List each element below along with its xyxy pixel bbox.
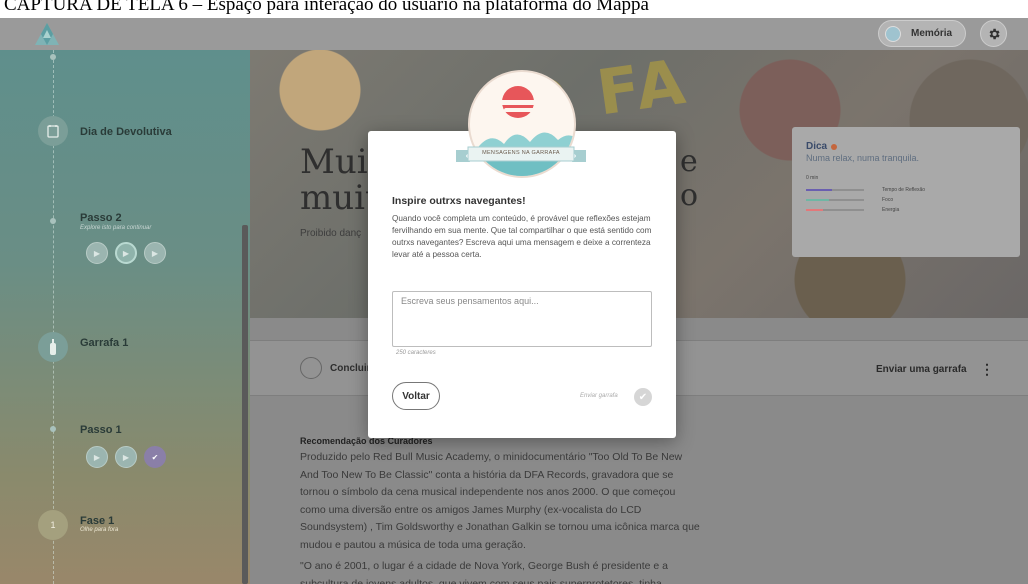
settings-button[interactable] (980, 20, 1007, 47)
content-subtitle: Proibido danç (300, 228, 362, 239)
play-icon: ▶ (122, 452, 130, 462)
caption-text: CAPTURA DE TELA 6 – Espaço para interaçã… (4, 0, 649, 15)
article-paragraph: "O ano é 2001, o lugar é a cidade de Nov… (300, 560, 668, 584)
sidebar-item-label: Passo 1 (80, 424, 122, 436)
figure-caption: CAPTURA DE TELA 6 – Espaço para interaçã… (0, 0, 1028, 18)
metric-bar-fill (806, 199, 830, 201)
tip-text: Numa relax, numa tranquila. (806, 153, 920, 163)
check-icon: ✔ (638, 391, 648, 403)
conclude-check-icon (300, 357, 322, 379)
sidebar-scrollbar[interactable] (242, 225, 248, 584)
metric-bar (806, 209, 864, 211)
info-dot-icon (831, 143, 838, 150)
phase-number: 1 (50, 520, 56, 530)
check-icon: ✔ (151, 452, 159, 462)
timeline-dot (50, 426, 56, 432)
memory-button[interactable]: Memória (878, 20, 966, 47)
tip-metrics: Tempo de Reflexão Foco Energia (806, 185, 1006, 215)
send-bottle-label: Enviar garrafa (580, 393, 618, 399)
modal-title: Inspire outrxs navegantes! (392, 195, 526, 207)
content-play-button[interactable]: ▶ (115, 242, 137, 264)
sidebar-item-phase[interactable]: 1 (38, 510, 68, 540)
conclude-label: Concluir (330, 362, 371, 374)
tip-duration: 0 min (806, 175, 819, 181)
send-bottle-button[interactable]: ✔ (634, 388, 652, 406)
article-paragraph: Produzido pelo Red Bull Music Academy, o… (300, 451, 700, 551)
send-bottle-link[interactable]: Enviar uma garrafa (876, 364, 967, 375)
progress-sidebar: Dia de Devolutiva Passo 2 Explore isto p… (0, 50, 250, 584)
content-done-button[interactable]: ✔ (144, 446, 166, 468)
article: Recomendação dos Curadores Produzido pel… (300, 436, 700, 584)
sidebar-item-bottle[interactable] (38, 332, 68, 362)
title-fragment: e (680, 144, 698, 179)
timeline-dot (50, 54, 56, 60)
tip-title-text: Dica (806, 141, 828, 152)
content-play-button[interactable]: ▶ (144, 242, 166, 264)
sidebar-item-label: Fase 1 (80, 515, 115, 527)
kebab-icon[interactable]: ⋮ (980, 361, 994, 378)
title-fragment: o (680, 178, 699, 213)
back-button[interactable]: Voltar (392, 382, 440, 410)
sidebar-item-label: Passo 2 (80, 212, 122, 224)
step-1-content-row: ▶ ▶ ✔ (86, 446, 166, 468)
content-play-button[interactable]: ▶ (86, 242, 108, 264)
memory-label: Memória (911, 28, 953, 39)
metric-row: Energia (806, 205, 1006, 215)
mappa-logo-icon[interactable] (34, 22, 60, 46)
metric-bar-fill (806, 209, 824, 211)
metric-row: Tempo de Reflexão (806, 185, 1006, 195)
sidebar-item-sublabel: Explore isto para continuar (80, 225, 152, 231)
metric-label: Energia (882, 207, 900, 213)
metric-row: Foco (806, 195, 1006, 205)
sidebar-item-sublabel: Olhe para fora (80, 527, 119, 533)
sidebar-item-feedback-day[interactable] (38, 116, 68, 146)
tip-card: Dica Numa relax, numa tranquila. 0 min T… (792, 127, 1020, 257)
timeline-dot (50, 218, 56, 224)
metric-label: Tempo de Reflexão (882, 187, 926, 193)
conclude-button[interactable]: Concluir (300, 357, 371, 379)
sidebar-item-label: Garrafa 1 (80, 337, 129, 349)
memory-avatar-icon (885, 25, 901, 42)
metric-bar (806, 189, 864, 191)
gear-icon (989, 28, 1000, 39)
sidebar-item-label: Dia de Devolutiva (80, 126, 172, 138)
play-icon: ▶ (122, 248, 130, 258)
play-icon: ▶ (93, 248, 101, 258)
bottle-icon (50, 339, 56, 355)
top-bar: Memória (0, 18, 1028, 50)
calendar-icon (47, 125, 59, 138)
step-2-content-row: ▶ ▶ ▶ (86, 242, 166, 264)
content-play-button[interactable]: ▶ (115, 446, 137, 468)
metric-bar (806, 199, 864, 201)
char-count: 250 caracteres (396, 350, 436, 356)
message-textarea[interactable] (392, 291, 652, 347)
content-play-button[interactable]: ▶ (86, 446, 108, 468)
play-icon: ▶ (93, 452, 101, 462)
metric-bar-fill (806, 189, 833, 191)
tip-title: Dica (806, 141, 1006, 152)
ribbon-label: MENSAGENS NA GARRAFA (482, 150, 560, 156)
modal-description: Quando você completa um conteúdo, é prov… (392, 214, 652, 259)
metric-label: Foco (882, 197, 894, 203)
play-icon: ▶ (151, 248, 159, 258)
